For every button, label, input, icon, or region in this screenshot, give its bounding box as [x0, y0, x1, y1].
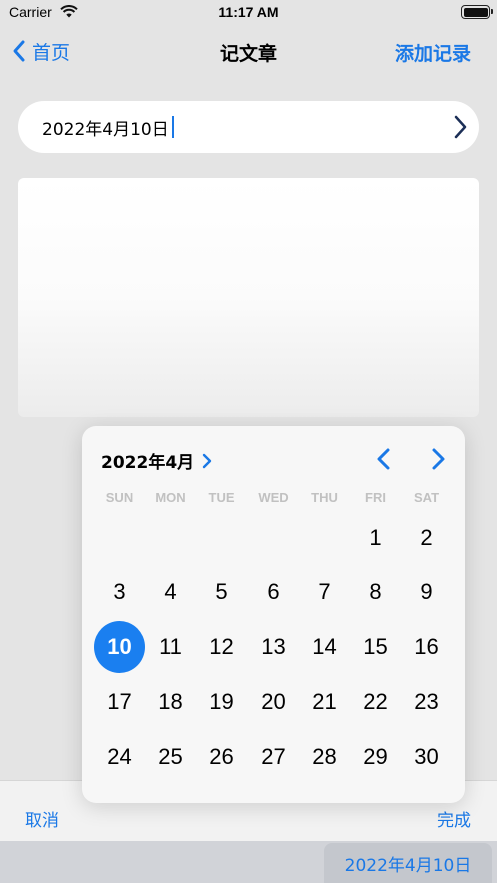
calendar-day[interactable]: 22 — [350, 676, 401, 727]
calendar-day[interactable]: 7 — [299, 566, 350, 617]
calendar-day-number: 6 — [267, 578, 280, 604]
calendar-day[interactable]: 11 — [145, 621, 196, 672]
calendar-day-number: 23 — [414, 688, 439, 714]
calendar-day-number: 27 — [261, 743, 286, 769]
battery-icon — [461, 5, 490, 19]
calendar-day-number: 22 — [363, 688, 388, 714]
calendar-day[interactable]: 29 — [350, 731, 401, 782]
calendar-day[interactable]: 21 — [299, 676, 350, 727]
chevron-right-icon — [202, 453, 212, 468]
status-time: 11:17 AM — [218, 4, 279, 20]
calendar-day[interactable]: 14 — [299, 621, 350, 672]
month-year-label: 2022年4月 — [101, 453, 195, 473]
calendar-day-number: 25 — [158, 743, 183, 769]
calendar-day[interactable]: 20 — [248, 676, 299, 727]
calendar-day-number: 26 — [209, 743, 234, 769]
calendar-day[interactable]: 23 — [401, 676, 452, 727]
calendar-day[interactable]: 5 — [196, 566, 247, 617]
previous-month-button[interactable] — [372, 446, 396, 472]
weekday-label: SUN — [105, 490, 134, 505]
calendar-day-number: 29 — [363, 743, 388, 769]
calendar-day-number: 14 — [312, 633, 337, 659]
calendar-day[interactable]: 25 — [145, 731, 196, 782]
calendar-day[interactable]: 18 — [145, 676, 196, 727]
calendar-day-number: 1 — [369, 524, 382, 550]
calendar-day-number: 4 — [164, 578, 177, 604]
calendar-day-number: 18 — [158, 688, 183, 714]
calendar-day[interactable]: 16 — [401, 621, 452, 672]
cancel-button[interactable]: 取消 — [25, 806, 59, 831]
calendar-day[interactable]: 17 — [94, 676, 145, 727]
calendar-day[interactable]: 3 — [94, 566, 145, 617]
calendar-day-number: 5 — [215, 578, 228, 604]
calendar-day-number: 2 — [420, 524, 433, 550]
done-button[interactable]: 完成 — [437, 806, 471, 831]
calendar-day-number: 20 — [261, 688, 286, 714]
calendar-day[interactable]: 13 — [248, 621, 299, 672]
calendar-day[interactable]: 4 — [145, 566, 196, 617]
selected-date-button[interactable]: 2022年4月10日 — [324, 843, 492, 883]
article-content-area[interactable] — [18, 178, 479, 417]
calendar-day-number: 10 — [94, 620, 145, 673]
weekday-label: SAT — [413, 490, 440, 505]
calendar-day-number: 7 — [318, 578, 331, 604]
calendar-day-number: 16 — [414, 633, 439, 659]
next-month-button[interactable] — [426, 446, 450, 472]
calendar-day-number: 30 — [414, 743, 439, 769]
calendar-day[interactable]: 15 — [350, 621, 401, 672]
calendar-day[interactable]: 27 — [248, 731, 299, 782]
calendar-day-number: 21 — [312, 688, 337, 714]
calendar-day-number: 8 — [369, 578, 382, 604]
navigation-bar: 首页 记文章 添加记录 — [0, 26, 497, 76]
calendar-day[interactable]: 12 — [196, 621, 247, 672]
calendar-day-selected[interactable]: 10 — [94, 620, 145, 673]
add-record-button[interactable]: 添加记录 — [395, 39, 471, 66]
chevron-right-icon[interactable] — [450, 114, 470, 140]
calendar-day-number: 15 — [363, 633, 388, 659]
calendar-day[interactable]: 19 — [196, 676, 247, 727]
calendar-day[interactable]: 8 — [350, 566, 401, 617]
calendar-popover: 2022年4月 SUN MON TUE WED THU FRI SAT 1 2 3 4 5 6 7 8 9 10… — [82, 426, 465, 803]
calendar-day-number: 17 — [107, 688, 132, 714]
calendar-day[interactable]: 2 — [401, 512, 452, 563]
calendar-day[interactable]: 24 — [94, 731, 145, 782]
calendar-day-number: 24 — [107, 743, 132, 769]
calendar-day-number: 3 — [113, 578, 126, 604]
calendar-day[interactable]: 30 — [401, 731, 452, 782]
weekday-label: THU — [311, 490, 338, 505]
calendar-day-number: 11 — [159, 633, 182, 659]
battery-tip — [491, 9, 493, 14]
text-caret — [171, 116, 174, 138]
calendar-day[interactable]: 28 — [299, 731, 350, 782]
date-field[interactable]: 2022年4月10日 — [18, 101, 479, 153]
weekday-label: MON — [155, 490, 186, 505]
calendar-day-number: 19 — [209, 688, 234, 714]
calendar-day-number: 9 — [420, 578, 433, 604]
calendar-day[interactable]: 6 — [248, 566, 299, 617]
calendar-day-number: 28 — [312, 743, 337, 769]
weekday-label: TUE — [208, 490, 235, 505]
status-bar: Carrier 11:17 AM — [0, 0, 497, 26]
weekday-label: WED — [258, 490, 289, 505]
date-field-value: 2022年4月10日 — [42, 119, 169, 140]
calendar-day[interactable]: 1 — [350, 512, 401, 563]
calendar-day[interactable]: 9 — [401, 566, 452, 617]
calendar-day-number: 13 — [261, 633, 286, 659]
calendar-day[interactable]: 26 — [196, 731, 247, 782]
month-year-selector[interactable]: 2022年4月 — [101, 448, 212, 473]
calendar-day-number: 12 — [209, 633, 234, 659]
weekday-label: FRI — [365, 490, 386, 505]
